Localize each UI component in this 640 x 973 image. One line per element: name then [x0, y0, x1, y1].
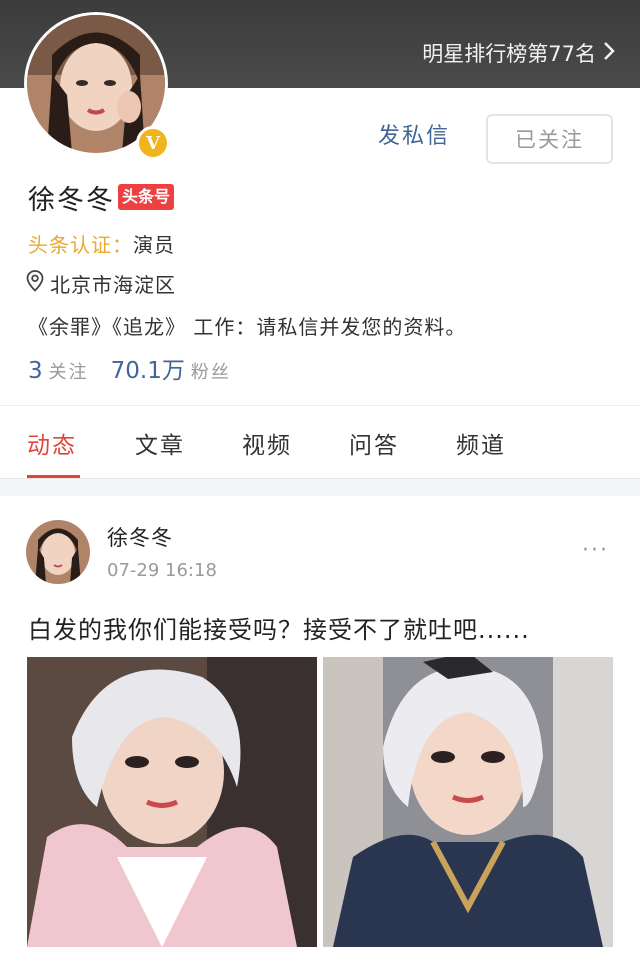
fans-label[interactable]: 粉丝	[191, 358, 231, 384]
post-author-name[interactable]: 徐冬冬	[107, 522, 173, 552]
cert-value: 演员	[133, 233, 175, 257]
post-image-2[interactable]	[323, 657, 613, 947]
post-image-1[interactable]	[27, 657, 317, 947]
profile-name: 徐冬冬	[28, 185, 115, 216]
message-button[interactable]: 发私信	[378, 118, 450, 150]
chevron-right-icon	[602, 40, 616, 67]
post-timestamp: 07-29 16:18	[107, 560, 217, 581]
following-count[interactable]: 3	[28, 358, 43, 384]
rank-link[interactable]: 明星排行榜第77名	[422, 38, 616, 68]
more-options-icon[interactable]: ···	[582, 538, 609, 563]
certification-row: 头条认证：演员	[28, 229, 175, 258]
tab-dynamics[interactable]: 动态	[27, 426, 77, 460]
profile-description: 《余罪》《追龙》 工作：请私信并发您的资料。	[28, 315, 467, 339]
tab-articles[interactable]: 文章	[135, 426, 185, 460]
location-text: 北京市海淀区	[50, 273, 176, 297]
post-author-avatar[interactable]	[26, 520, 90, 584]
following-label[interactable]: 关注	[49, 358, 89, 384]
verified-badge: V	[136, 126, 170, 160]
post-text[interactable]: 白发的我你们能接受吗？接受不了就吐吧......	[28, 610, 530, 645]
tab-videos[interactable]: 视频	[242, 426, 292, 460]
tab-channels[interactable]: 频道	[456, 426, 506, 460]
location-row: 北京市海淀区	[26, 269, 176, 298]
tab-bar: 动态 文章 视频 问答 频道	[0, 406, 640, 478]
tab-qa[interactable]: 问答	[349, 426, 399, 460]
fans-count[interactable]: 70.1万	[111, 351, 185, 385]
rank-text: 明星排行榜第77名	[422, 42, 596, 66]
follow-button[interactable]: 已关注	[486, 114, 613, 164]
cert-label: 头条认证：	[28, 233, 133, 257]
toutiao-badge: 头条号	[118, 184, 175, 210]
section-separator	[0, 478, 640, 496]
profile-avatar-wrap[interactable]: V	[24, 12, 170, 160]
stats-row: 3 关注 70.1万 粉丝	[28, 351, 231, 385]
location-pin-icon	[26, 270, 44, 297]
